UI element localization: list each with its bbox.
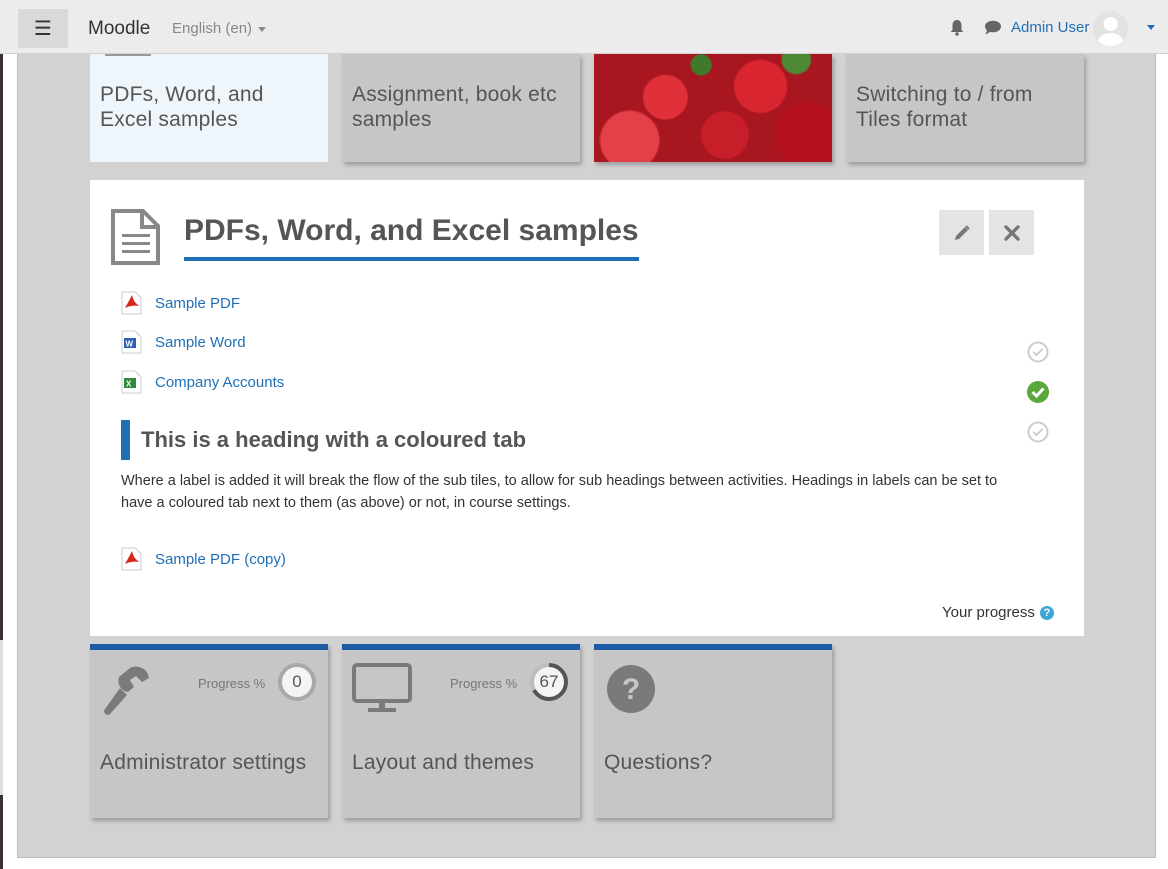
activity-link[interactable]: Company Accounts — [155, 374, 284, 391]
tile-title: Switching to / from Tiles format — [856, 83, 1033, 131]
nav-drawer-toggle[interactable]: ☰ — [18, 9, 68, 48]
tile-switching-tiles-format[interactable]: Switching to / from Tiles format — [846, 54, 1084, 162]
tile-strawberries-image[interactable] — [594, 54, 832, 162]
monitor-icon — [352, 662, 412, 719]
tile-questions[interactable]: ? Questions? — [594, 644, 832, 818]
tile-pdfs-word-excel[interactable]: PDFs, Word, and Excel samples — [90, 52, 328, 162]
activity-sample-pdf[interactable]: Sample PDF — [121, 291, 240, 315]
bell-icon[interactable] — [949, 19, 965, 41]
tile-title: Layout and themes — [352, 751, 535, 774]
tile-title: PDFs, Word, and Excel samples — [100, 83, 264, 131]
tile-assignment-book[interactable]: Assignment, book etc samples — [342, 54, 580, 162]
language-label: English (en) — [172, 20, 253, 37]
navbar: ☰ Moodle English (en) Admin User — [0, 0, 1168, 54]
edit-button[interactable] — [939, 210, 984, 255]
progress-value: 0 — [292, 672, 302, 691]
close-button[interactable] — [989, 210, 1034, 255]
section-panel: PDFs, Word, and Excel samples Sample PDF… — [90, 180, 1084, 636]
completion-check-incomplete[interactable] — [1027, 421, 1049, 443]
activity-sample-word[interactable]: W Sample Word — [121, 330, 246, 354]
word-file-icon: W — [121, 330, 143, 354]
close-icon — [1003, 224, 1020, 241]
label-text: Where a label is added it will break the… — [121, 473, 998, 511]
completion-check-complete[interactable] — [1027, 381, 1049, 403]
hamburger-icon: ☰ — [34, 18, 52, 40]
document-icon — [110, 208, 162, 271]
pdf-file-icon — [121, 547, 143, 571]
page-title: PDFs, Word, and Excel samples — [184, 214, 639, 261]
question-circle-icon: ? — [606, 664, 656, 719]
site-brand[interactable]: Moodle — [88, 18, 150, 40]
chat-icon[interactable] — [984, 20, 1002, 40]
tile-title: Assignment, book etc samples — [352, 83, 557, 131]
your-progress-label: Your progress — [942, 604, 1035, 621]
avatar[interactable] — [1093, 11, 1128, 46]
completion-check-incomplete[interactable] — [1027, 341, 1049, 363]
help-icon[interactable]: ? — [1040, 606, 1054, 620]
svg-text:X: X — [126, 380, 132, 389]
window-edge — [0, 0, 3, 869]
wrench-icon — [100, 662, 155, 722]
excel-file-icon: X — [121, 370, 143, 394]
progress-value: 67 — [539, 672, 559, 691]
svg-text:?: ? — [622, 673, 640, 706]
user-menu-name[interactable]: Admin User — [1011, 19, 1089, 36]
activity-company-accounts[interactable]: X Company Accounts — [121, 370, 284, 394]
tile-title: Administrator settings — [100, 751, 307, 774]
caret-down-icon[interactable] — [1147, 25, 1155, 30]
progress-label: Progress % — [450, 676, 518, 691]
activity-link[interactable]: Sample PDF — [155, 295, 240, 312]
svg-text:W: W — [126, 340, 134, 349]
pdf-file-icon — [121, 291, 143, 315]
activity-link[interactable]: Sample Word — [155, 334, 246, 351]
tile-layout-and-themes[interactable]: Progress % 67 Layout and themes — [342, 644, 580, 818]
tile-administrator-settings[interactable]: Progress % 0 Administrator settings — [90, 644, 328, 818]
caret-down-icon — [258, 26, 267, 32]
pencil-icon — [954, 224, 970, 240]
progress-label: Progress % — [198, 676, 266, 691]
tile-title: Questions? — [604, 751, 713, 774]
language-menu[interactable]: English (en) — [172, 20, 267, 37]
label-heading: This is a heading with a coloured tab — [121, 420, 526, 460]
activity-sample-pdf-copy[interactable]: Sample PDF (copy) — [121, 547, 286, 571]
activity-link[interactable]: Sample PDF (copy) — [155, 551, 286, 568]
